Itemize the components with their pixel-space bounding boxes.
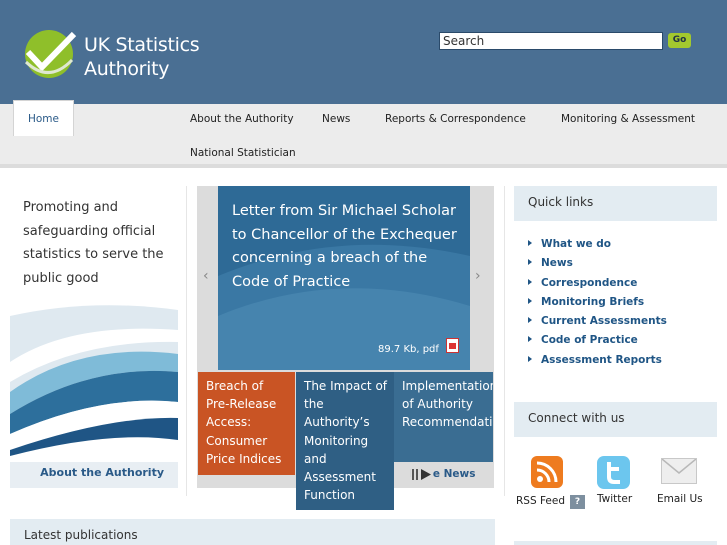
carousel-tile-1[interactable]: Breach of Pre-Release Access: Consumer P…	[198, 372, 295, 475]
email-us-label[interactable]: Email Us	[657, 493, 703, 505]
logo-line-2: Authority	[84, 58, 170, 80]
column-divider-right	[504, 186, 505, 496]
carousel-tile-3[interactable]: Implementation of Authority Recommendati…	[394, 372, 493, 462]
rss-feed-label[interactable]: RSS Feed	[516, 495, 565, 507]
play-icon	[411, 468, 433, 481]
latest-publications-heading: Latest publications	[10, 519, 495, 545]
email-icon[interactable]	[661, 458, 697, 484]
nav-item-reports[interactable]: Reports & Correspondence	[385, 113, 526, 125]
nav-item-monitoring[interactable]: Monitoring & Assessment	[561, 113, 695, 125]
search-input[interactable]	[439, 32, 663, 50]
quick-links-heading: Quick links	[514, 186, 717, 221]
quick-link-assessment-reports[interactable]: Assessment Reports	[528, 354, 667, 373]
pdf-icon	[446, 338, 459, 353]
connect-heading: Connect with us	[514, 402, 717, 437]
quick-link-code-of-practice[interactable]: Code of Practice	[528, 334, 667, 353]
carousel-next-button[interactable]: ›	[475, 268, 481, 284]
quick-links-list: What we do News Correspondence Monitorin…	[528, 238, 667, 373]
wave-graphic	[10, 302, 178, 462]
site-tagline: Promoting and safeguarding official stat…	[23, 200, 164, 286]
carousel-slide-title[interactable]: Letter from Sir Michael Scholar to Chanc…	[232, 200, 467, 294]
quick-link-correspondence[interactable]: Correspondence	[528, 277, 667, 296]
nav-home-tab[interactable]: Home	[13, 100, 74, 136]
about-authority-link[interactable]: About the Authority	[10, 462, 178, 488]
file-info: 89.7 Kb, pdf	[378, 344, 439, 355]
quick-link-what-we-do[interactable]: What we do	[528, 238, 667, 257]
go-button[interactable]: Go	[668, 33, 691, 48]
site-logo-text[interactable]: UK Statistics Authority	[84, 33, 200, 81]
column-divider-left	[186, 186, 187, 496]
logo-line-1: UK Statistics	[84, 34, 200, 56]
nav-item-news[interactable]: News	[322, 113, 350, 125]
rss-icon[interactable]	[531, 456, 563, 488]
twitter-label[interactable]: Twitter	[597, 493, 632, 505]
bottom-right-panel	[514, 541, 717, 545]
quick-link-news[interactable]: News	[528, 257, 667, 276]
nav-item-national-statistician[interactable]: National Statistician	[190, 147, 296, 159]
quick-link-current-assessments[interactable]: Current Assessments	[528, 315, 667, 334]
help-icon[interactable]: ?	[570, 495, 585, 509]
quick-link-monitoring-briefs[interactable]: Monitoring Briefs	[528, 296, 667, 315]
carousel-prev-button[interactable]: ‹	[203, 268, 209, 284]
twitter-icon[interactable]	[597, 456, 630, 489]
carousel-tile-2[interactable]: The Impact of the Authority’s Monitoring…	[296, 372, 394, 510]
nav-item-about[interactable]: About the Authority	[190, 113, 294, 125]
